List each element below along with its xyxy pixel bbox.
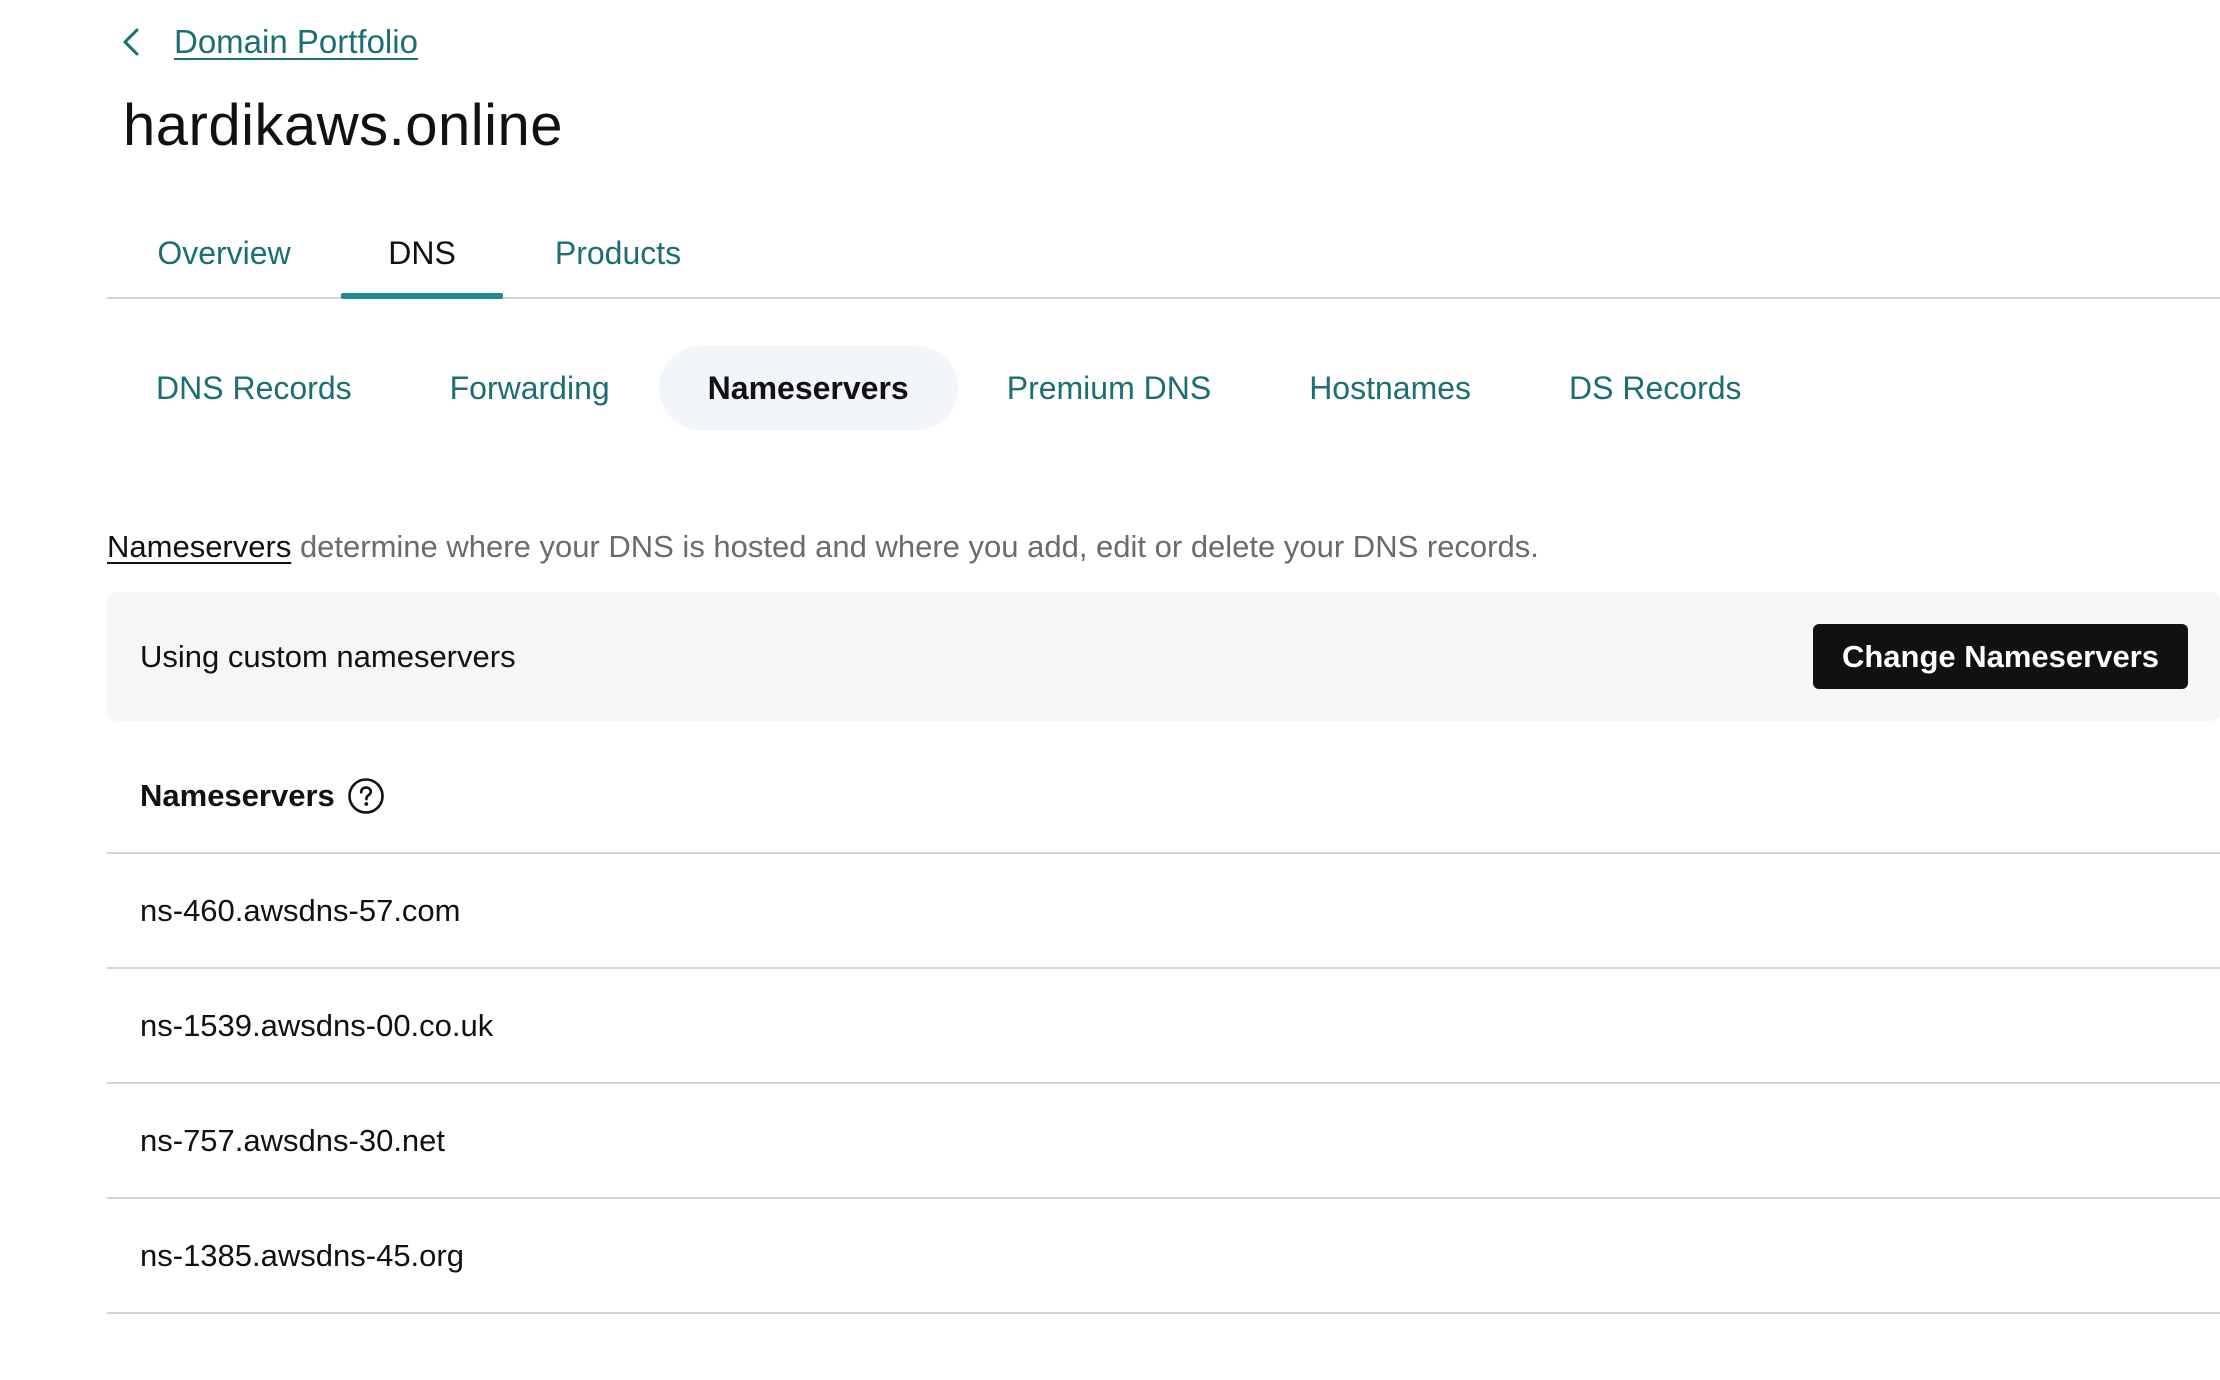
- chevron-left-icon[interactable]: [116, 22, 146, 62]
- subtab-premium-dns[interactable]: Premium DNS: [958, 346, 1260, 430]
- nameservers-header-label: Nameservers: [140, 778, 335, 813]
- domain-dns-page: Domain Portfolio hardikaws.online Overvi…: [0, 0, 2220, 1380]
- nameservers-list: ns-460.awsdns-57.com ns-1539.awsdns-00.c…: [107, 854, 2220, 1314]
- subtab-ds-records[interactable]: DS Records: [1520, 346, 1791, 430]
- breadcrumb: Domain Portfolio: [116, 22, 418, 62]
- breadcrumb-link-domain-portfolio[interactable]: Domain Portfolio: [174, 23, 418, 61]
- nameserver-row: ns-1385.awsdns-45.org: [107, 1199, 2220, 1314]
- change-nameservers-button[interactable]: Change Nameservers: [1812, 624, 2188, 689]
- nameservers-table-header: Nameservers: [107, 740, 2220, 854]
- nameservers-description: Nameservers determine where your DNS is …: [107, 529, 1539, 565]
- nameservers-help-link[interactable]: Nameservers: [107, 529, 291, 564]
- primary-tabs: Overview DNS Products: [107, 210, 2220, 299]
- subtab-hostnames[interactable]: Hostnames: [1260, 346, 1520, 430]
- page-title: hardikaws.online: [123, 93, 564, 158]
- nameserver-row: ns-1539.awsdns-00.co.uk: [107, 969, 2220, 1084]
- dns-sub-tabs: DNS Records Forwarding Nameservers Premi…: [107, 346, 1791, 430]
- tab-overview[interactable]: Overview: [107, 210, 341, 297]
- nameserver-row: ns-757.awsdns-30.net: [107, 1084, 2220, 1199]
- nameserver-status-text: Using custom nameservers: [140, 638, 516, 674]
- subtab-dns-records[interactable]: DNS Records: [107, 346, 401, 430]
- subtab-nameservers[interactable]: Nameservers: [658, 346, 958, 430]
- tab-dns[interactable]: DNS: [341, 210, 503, 299]
- subtab-forwarding[interactable]: Forwarding: [401, 346, 659, 430]
- nameserver-status-panel: Using custom nameservers Change Nameserv…: [107, 592, 2220, 721]
- nameserver-row: ns-460.awsdns-57.com: [107, 854, 2220, 969]
- tab-products[interactable]: Products: [503, 210, 733, 297]
- description-text: determine where your DNS is hosted and w…: [291, 529, 1539, 564]
- question-circle-icon[interactable]: [347, 777, 385, 815]
